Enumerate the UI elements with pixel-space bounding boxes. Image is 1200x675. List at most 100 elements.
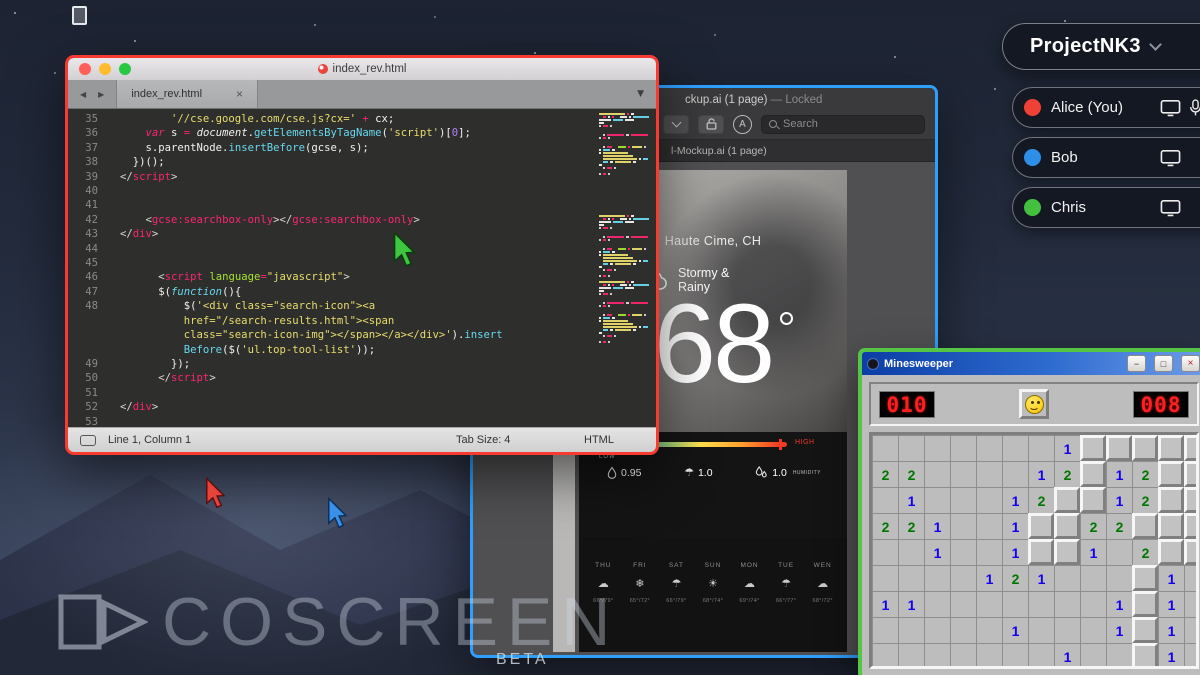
mine-cell-open[interactable] [1054, 617, 1080, 643]
mine-cell-open[interactable] [872, 617, 898, 643]
mine-cell-open[interactable]: 2 [1132, 539, 1158, 565]
minesweeper-grid[interactable]: 122121211212221122111212111111111111 [869, 432, 1199, 669]
mine-cell-open[interactable] [924, 435, 950, 461]
mine-cell-open[interactable] [1184, 565, 1196, 591]
mine-cell-open[interactable]: 1 [1158, 565, 1184, 591]
mine-cell-open[interactable]: 1 [1002, 539, 1028, 565]
mine-cell-open[interactable]: 1 [1054, 435, 1080, 461]
mine-cell-open[interactable]: 2 [872, 513, 898, 539]
mine-cell-hidden[interactable] [1184, 513, 1196, 539]
mine-cell-open[interactable] [1080, 617, 1106, 643]
mine-cell-open[interactable] [1184, 591, 1196, 617]
mine-cell-open[interactable]: 2 [1132, 487, 1158, 513]
mine-cell-open[interactable]: 1 [1054, 643, 1080, 666]
mine-cell-open[interactable] [976, 591, 1002, 617]
mine-cell-open[interactable] [1080, 591, 1106, 617]
code-area[interactable]: 35 '//cse.google.com/cse.js?cx=' + cx; 36… [68, 109, 656, 427]
mine-cell-hidden[interactable] [1054, 487, 1080, 513]
mine-cell-open[interactable]: 1 [872, 591, 898, 617]
editor-tabbar[interactable]: ◀ ▶ index_rev.html × ▼ [68, 80, 656, 109]
minimize-button[interactable]: − [1127, 355, 1146, 372]
mine-cell-hidden[interactable] [1184, 435, 1196, 461]
mine-cell-open[interactable]: 2 [1054, 461, 1080, 487]
mine-cell-open[interactable] [1028, 643, 1054, 666]
mine-cell-open[interactable] [872, 539, 898, 565]
mine-cell-open[interactable] [976, 617, 1002, 643]
mine-cell-hidden[interactable] [1080, 435, 1106, 461]
mine-cell-open[interactable] [1080, 565, 1106, 591]
mine-cell-open[interactable]: 1 [1106, 461, 1132, 487]
mine-cell-open[interactable] [1054, 565, 1080, 591]
mine-cell-hidden[interactable] [1158, 487, 1184, 513]
mine-cell-hidden[interactable] [1158, 539, 1184, 565]
mine-cell-open[interactable] [950, 565, 976, 591]
syntax-label[interactable]: HTML [584, 434, 614, 446]
nav-forward-icon[interactable]: ▶ [98, 90, 104, 99]
mine-cell-open[interactable] [1002, 461, 1028, 487]
mine-cell-open[interactable] [1054, 591, 1080, 617]
mine-cell-open[interactable] [924, 487, 950, 513]
mine-cell-open[interactable] [898, 643, 924, 666]
mine-cell-open[interactable]: 1 [898, 591, 924, 617]
mine-cell-open[interactable] [898, 539, 924, 565]
editor-titlebar[interactable]: index_rev.html [68, 58, 656, 80]
project-dropdown[interactable]: ProjectNK3 [1002, 23, 1200, 70]
mine-cell-open[interactable] [1028, 435, 1054, 461]
mine-cell-open[interactable]: 1 [1002, 513, 1028, 539]
mine-cell-open[interactable]: 1 [1158, 591, 1184, 617]
mine-cell-hidden[interactable] [1080, 461, 1106, 487]
mine-cell-hidden[interactable] [1028, 513, 1054, 539]
tab-overflow-icon[interactable]: ▼ [637, 89, 644, 99]
mine-cell-open[interactable] [976, 513, 1002, 539]
screen-share-icon[interactable] [1160, 149, 1181, 167]
mine-cell-open[interactable] [976, 461, 1002, 487]
mine-cell-open[interactable]: 1 [898, 487, 924, 513]
mine-cell-open[interactable]: 1 [1106, 617, 1132, 643]
mine-cell-hidden[interactable] [1054, 539, 1080, 565]
code-editor-window[interactable]: index_rev.html ◀ ▶ index_rev.html × ▼ 35… [65, 55, 659, 455]
editor-minimap[interactable] [599, 113, 649, 423]
mine-cell-open[interactable] [1080, 643, 1106, 666]
mine-cell-open[interactable]: 2 [1028, 487, 1054, 513]
mine-cell-open[interactable] [1028, 617, 1054, 643]
mine-cell-open[interactable]: 1 [1158, 643, 1184, 666]
mine-cell-open[interactable] [1028, 591, 1054, 617]
mine-cell-open[interactable]: 2 [898, 513, 924, 539]
mine-cell-open[interactable]: 1 [1106, 487, 1132, 513]
mine-cell-open[interactable] [1184, 617, 1196, 643]
mine-cell-open[interactable] [976, 539, 1002, 565]
tab-close-icon[interactable]: × [236, 87, 243, 101]
screen-share-icon[interactable] [1160, 99, 1181, 117]
participant-alice[interactable]: Alice (You) [1012, 87, 1200, 128]
mine-cell-open[interactable] [950, 539, 976, 565]
mine-cell-open[interactable]: 1 [924, 539, 950, 565]
mine-cell-open[interactable] [950, 617, 976, 643]
mine-cell-hidden[interactable] [1028, 539, 1054, 565]
mine-cell-open[interactable]: 1 [924, 513, 950, 539]
mine-cell-open[interactable] [872, 643, 898, 666]
mine-cell-open[interactable] [950, 643, 976, 666]
mine-cell-open[interactable] [1106, 565, 1132, 591]
lock-button[interactable] [698, 114, 724, 134]
minesweeper-window[interactable]: Minesweeper − □ × 010 008 12212121121222… [858, 348, 1200, 675]
mine-cell-open[interactable]: 2 [1132, 461, 1158, 487]
mine-cell-open[interactable] [872, 487, 898, 513]
mic-icon[interactable] [1189, 98, 1200, 117]
tab-size-label[interactable]: Tab Size: 4 [456, 434, 510, 446]
minesweeper-titlebar[interactable]: Minesweeper − □ × [862, 352, 1200, 375]
mine-cell-open[interactable] [924, 461, 950, 487]
nav-back-icon[interactable]: ◀ [80, 90, 86, 99]
participant-chris[interactable]: Chris [1012, 187, 1200, 228]
smiley-button[interactable] [1019, 389, 1049, 419]
mine-cell-hidden[interactable] [1132, 591, 1158, 617]
mine-cell-hidden[interactable] [1054, 513, 1080, 539]
mine-cell-open[interactable]: 1 [1028, 461, 1054, 487]
mine-cell-hidden[interactable] [1132, 565, 1158, 591]
mine-cell-open[interactable]: 1 [1106, 591, 1132, 617]
mine-cell-open[interactable] [950, 591, 976, 617]
mine-cell-open[interactable] [950, 487, 976, 513]
mine-cell-open[interactable] [950, 513, 976, 539]
annotate-button[interactable]: A [733, 114, 752, 134]
mine-cell-open[interactable] [1106, 643, 1132, 666]
mine-cell-open[interactable] [898, 435, 924, 461]
